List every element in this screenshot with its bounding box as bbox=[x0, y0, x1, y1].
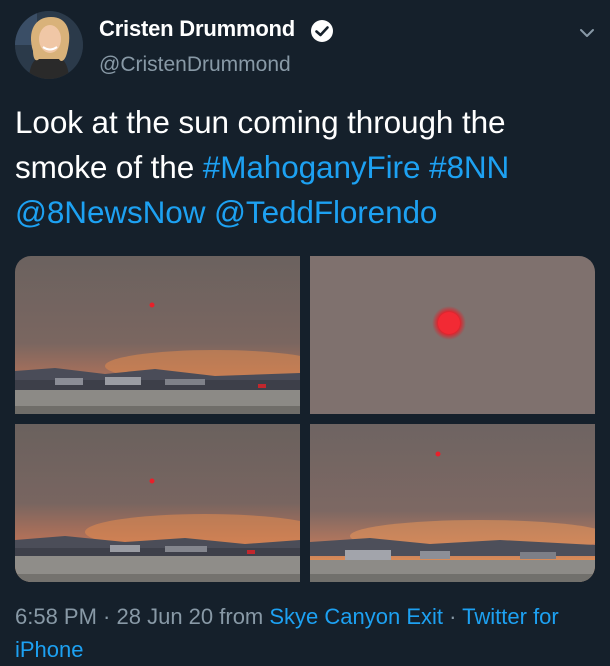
photo-1[interactable] bbox=[15, 256, 300, 414]
tweet-date[interactable]: 28 Jun 20 bbox=[117, 604, 214, 629]
photo-1-image bbox=[15, 256, 300, 414]
mention-teddflorendo-link[interactable]: @TeddFlorendo bbox=[214, 194, 437, 230]
verified-badge-icon bbox=[311, 20, 333, 42]
separator: · bbox=[96, 604, 117, 629]
tweet-time[interactable]: 6:58 PM bbox=[15, 604, 97, 629]
photo-3-image bbox=[15, 424, 300, 582]
location-link[interactable]: Skye Canyon Exit bbox=[269, 604, 443, 629]
separator: · bbox=[443, 604, 463, 629]
avatar[interactable] bbox=[15, 11, 83, 79]
photo-4-image bbox=[310, 424, 595, 582]
photo-4[interactable] bbox=[310, 424, 595, 582]
hashtag-mahoganyfire-link[interactable]: #MahoganyFire bbox=[203, 149, 421, 185]
author-handle[interactable]: @CristenDrummond bbox=[99, 53, 291, 77]
tweet-meta: 6:58 PM · 28 Jun 20 from Skye Canyon Exi… bbox=[15, 600, 600, 666]
chevron-down-icon[interactable] bbox=[577, 23, 597, 43]
photo-3[interactable] bbox=[15, 424, 300, 582]
hashtag-8nn-link[interactable]: #8NN bbox=[429, 149, 509, 185]
avatar-image bbox=[15, 11, 83, 79]
photo-2-image bbox=[310, 256, 595, 414]
author-name[interactable]: Cristen Drummond bbox=[99, 16, 295, 42]
media-grid bbox=[15, 256, 595, 582]
from-label: from bbox=[213, 604, 270, 629]
photo-2[interactable] bbox=[310, 256, 595, 414]
mention-8newsnow-link[interactable]: @8NewsNow bbox=[15, 194, 205, 230]
tweet-text: Look at the sun coming through the smoke… bbox=[15, 100, 600, 235]
